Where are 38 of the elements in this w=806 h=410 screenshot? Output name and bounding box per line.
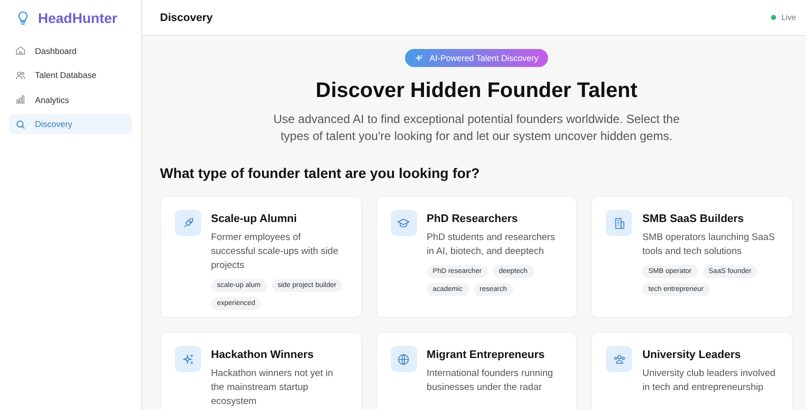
sparkles-icon <box>182 352 194 366</box>
app-logo: HeadHunter <box>38 10 118 26</box>
sidebar-item[interactable]: Discovery <box>9 114 132 134</box>
status-dot <box>771 15 776 20</box>
card-title: Migrant Entrepreneurs <box>426 349 546 361</box>
card-title: Scale-up Alumni <box>211 213 298 225</box>
users-icon <box>612 352 626 366</box>
talent-card[interactable]: Migrant Entrepreneurs International founders running businesses under the radar <box>376 332 578 410</box>
ai-badge: AI-Powered Talent Discovery <box>404 49 548 67</box>
users-icon <box>15 70 26 80</box>
card-description: International founders running businesses under the radar <box>426 367 554 395</box>
sidebar-item[interactable]: Talent Database <box>9 65 132 85</box>
hero-title: Discover Hidden Founder Talent <box>316 79 638 103</box>
card-description: Former employees of successful scale-ups with side projects <box>211 231 340 273</box>
card-title: PhD Researchers <box>426 213 519 225</box>
card-description: Hackathon winners not yet in the mainstream startup ecosystem <box>211 367 334 409</box>
section-title: What type of founder talent are you looking for? <box>160 165 481 181</box>
card-description: University club leaders involved in tech and entrepreneurship <box>642 367 776 395</box>
talent-card[interactable]: University Leaders University club leaders involved in tech and entrepreneurship <box>591 332 793 410</box>
sidebar-item[interactable]: Dashboard <box>9 40 132 60</box>
talent-card[interactable]: Hackathon Winners Hackathon winners not yet in the mainstream startup ecosystem <box>160 332 362 410</box>
card-title: SMB SaaS Builders <box>642 213 745 225</box>
sidebar-item[interactable]: Analytics <box>9 90 132 110</box>
card-description: SMB operators launching SaaS tools and tech solutions <box>642 231 776 259</box>
card-title: Hackathon Winners <box>211 349 315 361</box>
hero-subtitle: Use advanced AI to find exceptional potential founders worldwide. Select the types of talent you're looking for and let our system uncover hidden gems. <box>272 111 681 145</box>
card-title: University Leaders <box>642 349 742 361</box>
home-icon <box>15 45 26 56</box>
search-icon <box>15 118 26 130</box>
page-title: Discovery <box>160 12 213 24</box>
building-icon <box>612 216 626 230</box>
globe-icon <box>397 352 410 366</box>
rocket-icon <box>182 216 194 230</box>
bar-chart-icon <box>15 94 26 105</box>
status-label: Live <box>781 13 796 22</box>
card-description: PhD students and researchers in AI, biotech, and deeptech <box>426 231 556 259</box>
graduation-cap-icon <box>397 216 410 230</box>
sparkles-icon <box>414 54 424 62</box>
